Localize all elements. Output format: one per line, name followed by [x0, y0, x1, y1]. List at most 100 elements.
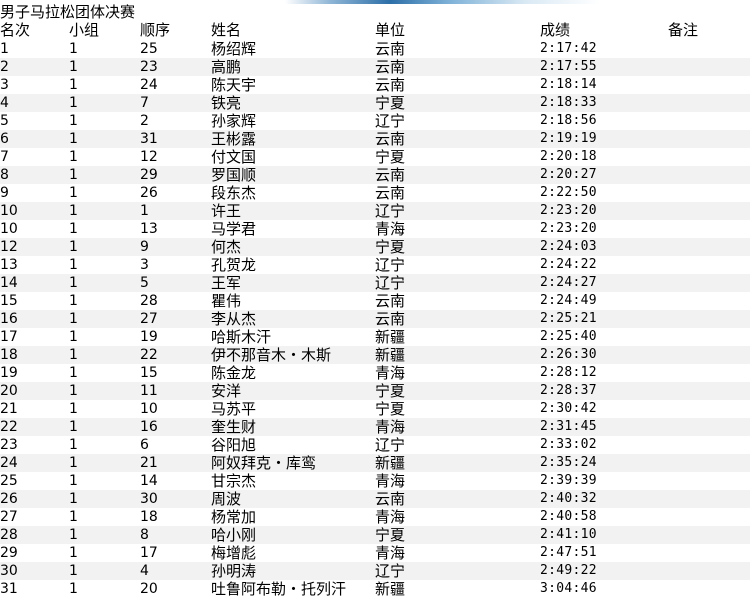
- cell-unit: 云南: [375, 166, 406, 184]
- cell-order: 14: [140, 473, 158, 489]
- cell-group: 1: [69, 113, 78, 129]
- cell-name: 哈斯木汗: [211, 328, 272, 346]
- table-row: 23 1 6 谷阳旭 辽宁 2:33:02: [0, 436, 750, 454]
- cell-name: 付文国: [211, 148, 257, 166]
- header-order: 顺序: [140, 21, 171, 39]
- cell-order: 30: [140, 491, 158, 507]
- cell-time: 2:23:20: [540, 221, 597, 236]
- cell-group: 1: [69, 275, 78, 291]
- cell-unit: 辽宁: [375, 274, 406, 292]
- cell-rank: 10: [0, 203, 18, 219]
- cell-time: 2:40:58: [540, 509, 597, 524]
- cell-order: 19: [140, 329, 158, 345]
- table-row: 5 1 2 孙家辉 辽宁 2:18:56: [0, 112, 750, 130]
- cell-rank: 6: [0, 131, 9, 147]
- cell-time: 2:25:21: [540, 311, 597, 326]
- cell-rank: 2: [0, 59, 9, 75]
- cell-time: 2:18:33: [540, 95, 597, 110]
- cell-rank: 28: [0, 527, 18, 543]
- cell-unit: 辽宁: [375, 112, 406, 130]
- cell-time: 2:22:50: [540, 185, 597, 200]
- cell-name: 罗国顺: [211, 166, 257, 184]
- table-row: 17 1 19 哈斯木汗 新疆 2:25:40: [0, 328, 750, 346]
- cell-group: 1: [69, 221, 78, 237]
- cell-rank: 26: [0, 491, 18, 507]
- cell-order: 28: [140, 293, 158, 309]
- table-row: 12 1 9 何杰 宁夏 2:24:03: [0, 238, 750, 256]
- cell-group: 1: [69, 491, 78, 507]
- cell-name: 许王: [211, 202, 242, 220]
- cell-order: 4: [140, 563, 149, 579]
- cell-name: 吐鲁阿布勒・托列汗: [211, 580, 347, 598]
- cell-unit: 新疆: [375, 346, 406, 364]
- cell-order: 24: [140, 77, 158, 93]
- cell-rank: 10: [0, 221, 18, 237]
- cell-name: 阿奴拜克・库鸾: [211, 454, 317, 472]
- cell-time: 2:18:56: [540, 113, 597, 128]
- cell-time: 2:24:22: [540, 257, 597, 272]
- cell-name: 杨绍辉: [211, 40, 257, 58]
- cell-order: 3: [140, 257, 149, 273]
- cell-unit: 青海: [375, 418, 406, 436]
- cell-unit: 宁夏: [375, 148, 406, 166]
- cell-rank: 15: [0, 293, 18, 309]
- cell-rank: 25: [0, 473, 18, 489]
- cell-rank: 31: [0, 581, 18, 597]
- cell-name: 孙家辉: [211, 112, 257, 130]
- cell-time: 2:30:42: [540, 401, 597, 416]
- cell-group: 1: [69, 311, 78, 327]
- cell-group: 1: [69, 239, 78, 255]
- table-row: 30 1 4 孙明涛 辽宁 2:49:22: [0, 562, 750, 580]
- cell-unit: 宁夏: [375, 238, 406, 256]
- cell-rank: 7: [0, 149, 9, 165]
- cell-time: 2:28:12: [540, 365, 597, 380]
- cell-unit: 辽宁: [375, 436, 406, 454]
- cell-order: 23: [140, 59, 158, 75]
- cell-unit: 辽宁: [375, 562, 406, 580]
- cell-unit: 青海: [375, 364, 406, 382]
- cell-group: 1: [69, 455, 78, 471]
- cell-name: 奎生财: [211, 418, 257, 436]
- cell-unit: 宁夏: [375, 382, 406, 400]
- cell-order: 8: [140, 527, 149, 543]
- cell-order: 1: [140, 203, 149, 219]
- cell-name: 何杰: [211, 238, 242, 256]
- header-group: 小组: [69, 21, 100, 39]
- cell-group: 1: [69, 581, 78, 597]
- cell-rank: 14: [0, 275, 18, 291]
- table-row: 3 1 24 陈天宇 云南 2:18:14: [0, 76, 750, 94]
- cell-name: 伊不那音木・木斯: [211, 346, 332, 364]
- table-row: 4 1 7 铁亮 宁夏 2:18:33: [0, 94, 750, 112]
- cell-group: 1: [69, 167, 78, 183]
- table-row: 20 1 11 安洋 宁夏 2:28:37: [0, 382, 750, 400]
- cell-rank: 29: [0, 545, 18, 561]
- header-rank: 名次: [0, 21, 31, 39]
- cell-rank: 19: [0, 365, 18, 381]
- header-time: 成绩: [540, 21, 571, 39]
- cell-time: 2:47:51: [540, 545, 597, 560]
- cell-rank: 1: [0, 41, 9, 57]
- table-row: 9 1 26 段东杰 云南 2:22:50: [0, 184, 750, 202]
- cell-order: 15: [140, 365, 158, 381]
- cell-unit: 辽宁: [375, 202, 406, 220]
- cell-time: 2:24:03: [540, 239, 597, 254]
- cell-group: 1: [69, 203, 78, 219]
- cell-time: 2:20:18: [540, 149, 597, 164]
- cell-time: 2:19:19: [540, 131, 597, 146]
- header-name: 姓名: [211, 21, 242, 39]
- table-row: 26 1 30 周波 云南 2:40:32: [0, 490, 750, 508]
- cell-time: 2:33:02: [540, 437, 597, 452]
- table-row: 15 1 28 瞿伟 云南 2:24:49: [0, 292, 750, 310]
- cell-name: 铁亮: [211, 94, 242, 112]
- cell-time: 2:24:49: [540, 293, 597, 308]
- cell-rank: 21: [0, 401, 18, 417]
- cell-time: 2:25:40: [540, 329, 597, 344]
- table-row: 6 1 31 王彬露 云南 2:19:19: [0, 130, 750, 148]
- results-page: 男子马拉松团体决赛 名次 小组 顺序 姓名 单位 成绩 备注 1 1 25 杨绍辉 云南…: [0, 0, 750, 609]
- cell-group: 1: [69, 563, 78, 579]
- cell-unit: 云南: [375, 490, 406, 508]
- cell-rank: 30: [0, 563, 18, 579]
- cell-unit: 新疆: [375, 328, 406, 346]
- cell-order: 9: [140, 239, 149, 255]
- cell-group: 1: [69, 527, 78, 543]
